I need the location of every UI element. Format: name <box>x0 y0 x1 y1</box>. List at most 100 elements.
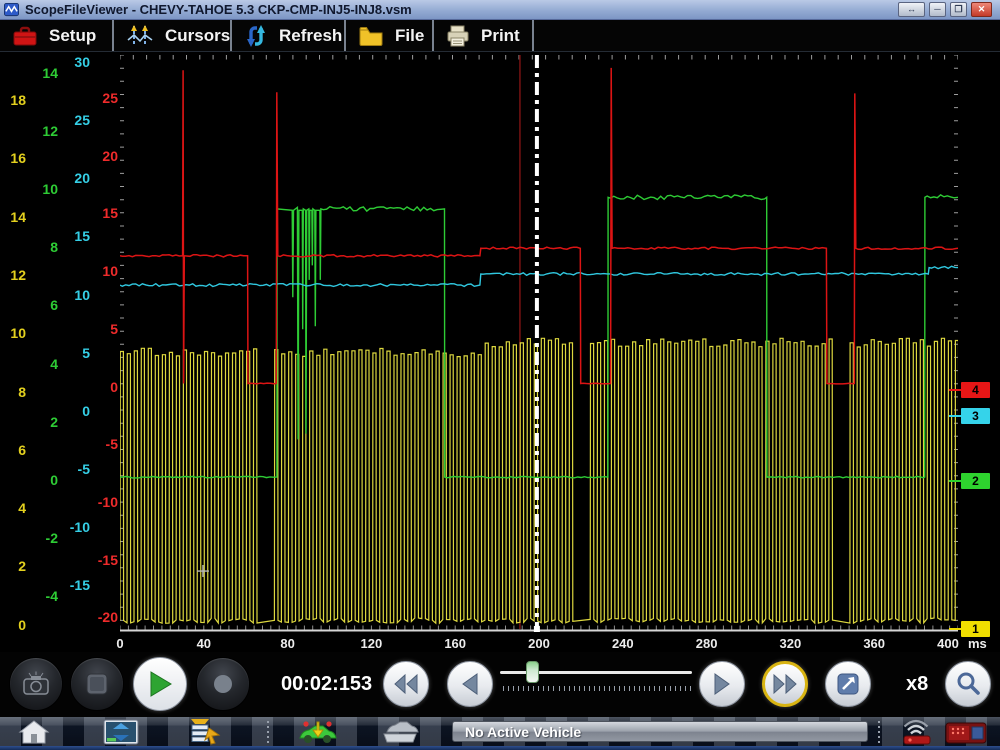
scope-multimeter-icon <box>102 718 140 746</box>
y-axis-label-ch1: 6 <box>0 441 26 459</box>
channel-badge-tick <box>949 389 961 391</box>
channel-badge-3[interactable]: 3 <box>961 408 990 424</box>
y-axis-label-ch1: 14 <box>0 208 26 226</box>
data-manager-button[interactable] <box>187 719 223 745</box>
title-bar: ScopeFileViewer - CHEVY-TAHOE 5.3 CKP-CM… <box>0 0 1000 20</box>
x-axis-label: 280 <box>685 636 729 651</box>
y-axis-label-ch2: 8 <box>32 238 58 256</box>
wireless-module-button[interactable] <box>896 719 936 745</box>
y-axis-label-ch2: -2 <box>32 529 58 547</box>
menu-file-button[interactable]: File <box>344 20 432 51</box>
y-axis-label-ch3: -10 <box>60 518 90 536</box>
x-axis-label: 40 <box>182 636 226 651</box>
magnifier-icon <box>955 671 981 697</box>
channel-badge-1[interactable]: 1 <box>961 621 990 637</box>
x-axis-label: 160 <box>433 636 477 651</box>
menu-bar: Setup Cursors Refre <box>0 20 1000 52</box>
scope-file-viewer-window: ScopeFileViewer - CHEVY-TAHOE 5.3 CKP-CM… <box>0 0 1000 750</box>
zoom-button[interactable] <box>945 661 991 707</box>
x-axis-label: 120 <box>349 636 393 651</box>
x-axis-unit: ms <box>968 636 987 651</box>
taskbar-divider <box>267 721 269 743</box>
x-axis-label: 0 <box>98 636 142 651</box>
y-axis-label-ch1: 18 <box>0 91 26 109</box>
x-axis-label: 320 <box>768 636 812 651</box>
y-axis-label-ch2: 6 <box>32 296 58 314</box>
window-controls: ↔ ─ ❐ ✕ <box>898 2 992 17</box>
step-forward-button[interactable] <box>699 661 745 707</box>
resize-button[interactable]: ↔ <box>898 2 925 17</box>
printer-icon <box>446 25 470 47</box>
play-button[interactable] <box>133 657 187 711</box>
y-axis-label-ch3: 20 <box>60 169 90 187</box>
x-axis-label: 360 <box>852 636 896 651</box>
wireless-module-icon <box>896 718 936 746</box>
window-title: ScopeFileViewer - CHEVY-TAHOE 5.3 CKP-CM… <box>25 2 412 17</box>
y-axis-label-ch1: 4 <box>0 499 26 517</box>
expand-button[interactable] <box>825 661 871 707</box>
y-axis-label-ch1: 12 <box>0 266 26 284</box>
vehicle-tray-button[interactable] <box>381 719 419 745</box>
y-axis-label-ch4: 0 <box>90 378 118 396</box>
menu-separator <box>532 20 534 51</box>
y-axis-label-ch2: 10 <box>32 180 58 198</box>
close-button[interactable]: ✕ <box>971 2 992 17</box>
refresh-icon <box>244 24 268 48</box>
fast-forward-button[interactable] <box>762 661 808 707</box>
scope-display: 18161412108642014121086420-2-43025201510… <box>0 52 1000 652</box>
x-axis-label: 400 <box>926 636 970 651</box>
y-axis-label-ch2: 0 <box>32 471 58 489</box>
status-bar: No Active Vehicle <box>452 721 868 742</box>
y-axis-label-ch2: 4 <box>32 355 58 373</box>
rewind-button[interactable] <box>383 661 429 707</box>
menu-cursors-label: Cursors <box>165 26 230 46</box>
y-axis-label-ch1: 16 <box>0 149 26 167</box>
channel-badge-4[interactable]: 4 <box>961 382 990 398</box>
channel-badge-tick <box>949 628 961 630</box>
menu-print-button[interactable]: Print <box>432 20 532 51</box>
menu-file-label: File <box>395 26 424 46</box>
y-axis-label-ch1: 10 <box>0 324 26 342</box>
restore-button[interactable]: ❐ <box>950 2 967 17</box>
y-axis-label-ch3: 10 <box>60 286 90 304</box>
position-slider-thumb[interactable] <box>526 661 539 683</box>
y-axis-label-ch4: 5 <box>90 320 118 338</box>
transport-toolbar: 00:02:153 <box>0 652 1000 717</box>
menu-print-label: Print <box>481 26 520 46</box>
scope-multimeter-button[interactable] <box>102 719 140 745</box>
vehicle-scanner-button[interactable] <box>296 719 338 745</box>
waveform-plot[interactable] <box>120 55 958 633</box>
status-text: No Active Vehicle <box>465 724 581 740</box>
record-icon <box>211 672 235 696</box>
minimize-button[interactable]: ─ <box>929 2 946 17</box>
channel-badge-2[interactable]: 2 <box>961 473 990 489</box>
y-axis-label-ch2: 12 <box>32 122 58 140</box>
taskbar: No Active Vehicle <box>0 717 1000 746</box>
y-axis-label-ch3: -5 <box>60 460 90 478</box>
y-axis-label-ch4: -5 <box>90 435 118 453</box>
menu-cursors-button[interactable]: Cursors <box>112 20 230 51</box>
y-axis-label-ch3: 0 <box>60 402 90 420</box>
step-back-icon <box>460 672 480 696</box>
vehicle-scanner-icon <box>296 718 338 746</box>
cursors-icon <box>126 24 154 48</box>
scan-module-button[interactable] <box>944 719 988 745</box>
home-button[interactable] <box>18 719 50 745</box>
channel-badge-tick <box>949 415 961 417</box>
snapshot-button[interactable] <box>9 657 63 711</box>
y-axis-label-ch2: 14 <box>32 64 58 82</box>
y-axis-label-ch4: 25 <box>90 89 118 107</box>
data-manager-icon <box>187 718 223 746</box>
record-button[interactable] <box>196 657 250 711</box>
stop-button[interactable] <box>70 657 124 711</box>
folder-icon <box>358 25 384 47</box>
menu-setup-label: Setup <box>49 26 96 46</box>
menu-setup-button[interactable]: Setup <box>0 20 112 51</box>
stop-icon <box>85 672 109 696</box>
step-back-button[interactable] <box>447 661 493 707</box>
y-axis-label-ch4: 10 <box>90 262 118 280</box>
rewind-icon <box>392 672 420 696</box>
camera-icon <box>19 669 53 699</box>
scan-module-icon <box>944 718 988 746</box>
menu-refresh-button[interactable]: Refresh <box>230 20 344 51</box>
